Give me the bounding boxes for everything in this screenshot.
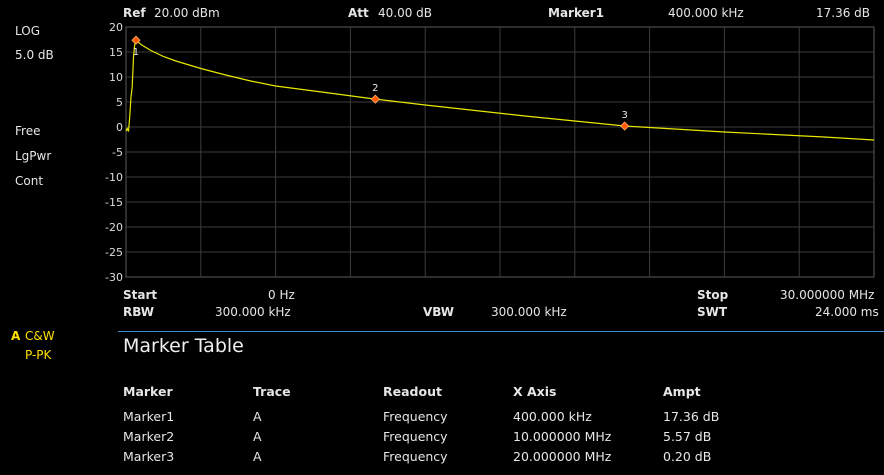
y-tick-label: 0 [116,121,123,134]
vbw-label: VBW [423,305,455,319]
plot-markers[interactable]: 1 2 3 [131,35,630,131]
cell-marker: Marker2 [123,429,175,444]
cell-readout: Frequency [383,429,448,444]
col-header-trace: Trace [253,384,291,399]
cell-readout: Frequency [383,449,448,464]
cell-ampt: 17.36 dB [663,409,720,424]
trace-letter[interactable]: A [11,329,20,343]
trace-type[interactable]: C&W [25,329,55,343]
cell-readout: Frequency [383,409,448,424]
col-header-marker: Marker [123,384,173,399]
marker-number-label: 2 [372,83,378,94]
swt-label: SWT [697,305,728,319]
col-header-readout: Readout [383,384,442,399]
cell-marker: Marker3 [123,449,175,464]
y-tick-label: -25 [105,246,123,259]
start-label: Start [123,288,158,302]
cell-ampt: 0.20 dB [663,449,712,464]
cell-marker: Marker1 [123,409,175,424]
spectrum-plot[interactable]: 20 15 10 5 0 -5 -10 -15 -20 -25 -30 1 2 3 [0,0,884,290]
vbw-value[interactable]: 300.000 kHz [491,305,567,319]
y-tick-label: 10 [109,71,123,84]
cell-x-axis: 400.000 kHz [513,409,592,424]
col-header-x-axis: X Axis [513,384,557,399]
stop-label: Stop [697,288,729,302]
y-tick-label: 20 [109,21,123,34]
col-header-ampt: Ampt [663,384,701,399]
stop-frequency[interactable]: 30.000000 MHz [780,288,874,302]
y-tick-label: 15 [109,46,123,59]
marker-number-label: 3 [621,110,627,121]
panel-divider [118,331,884,332]
marker-number-label: 1 [133,47,139,58]
y-tick-label: -10 [105,171,123,184]
rbw-label: RBW [123,305,154,319]
cell-ampt: 5.57 dB [663,429,712,444]
cell-x-axis: 10.000000 MHz [513,429,612,444]
cell-x-axis: 20.000000 MHz [513,449,612,464]
cell-trace: A [253,409,262,424]
y-tick-label: 5 [116,96,123,109]
y-tick-label: -30 [105,271,123,284]
trace-detector[interactable]: P-PK [25,348,51,362]
marker-table-title: Marker Table [123,335,244,357]
marker-diamond[interactable] [620,121,630,131]
rbw-value[interactable]: 300.000 kHz [215,305,291,319]
y-tick-label: -20 [105,221,123,234]
y-axis-ticks: 20 15 10 5 0 -5 -10 -15 -20 -25 -30 [105,21,123,284]
plot-grid [125,26,875,278]
cell-trace: A [253,429,262,444]
y-tick-label: -5 [112,146,123,159]
y-tick-label: -15 [105,196,123,209]
sweep-time-value[interactable]: 24.000 ms [815,305,879,319]
start-frequency[interactable]: 0 Hz [268,288,295,302]
cell-trace: A [253,449,262,464]
